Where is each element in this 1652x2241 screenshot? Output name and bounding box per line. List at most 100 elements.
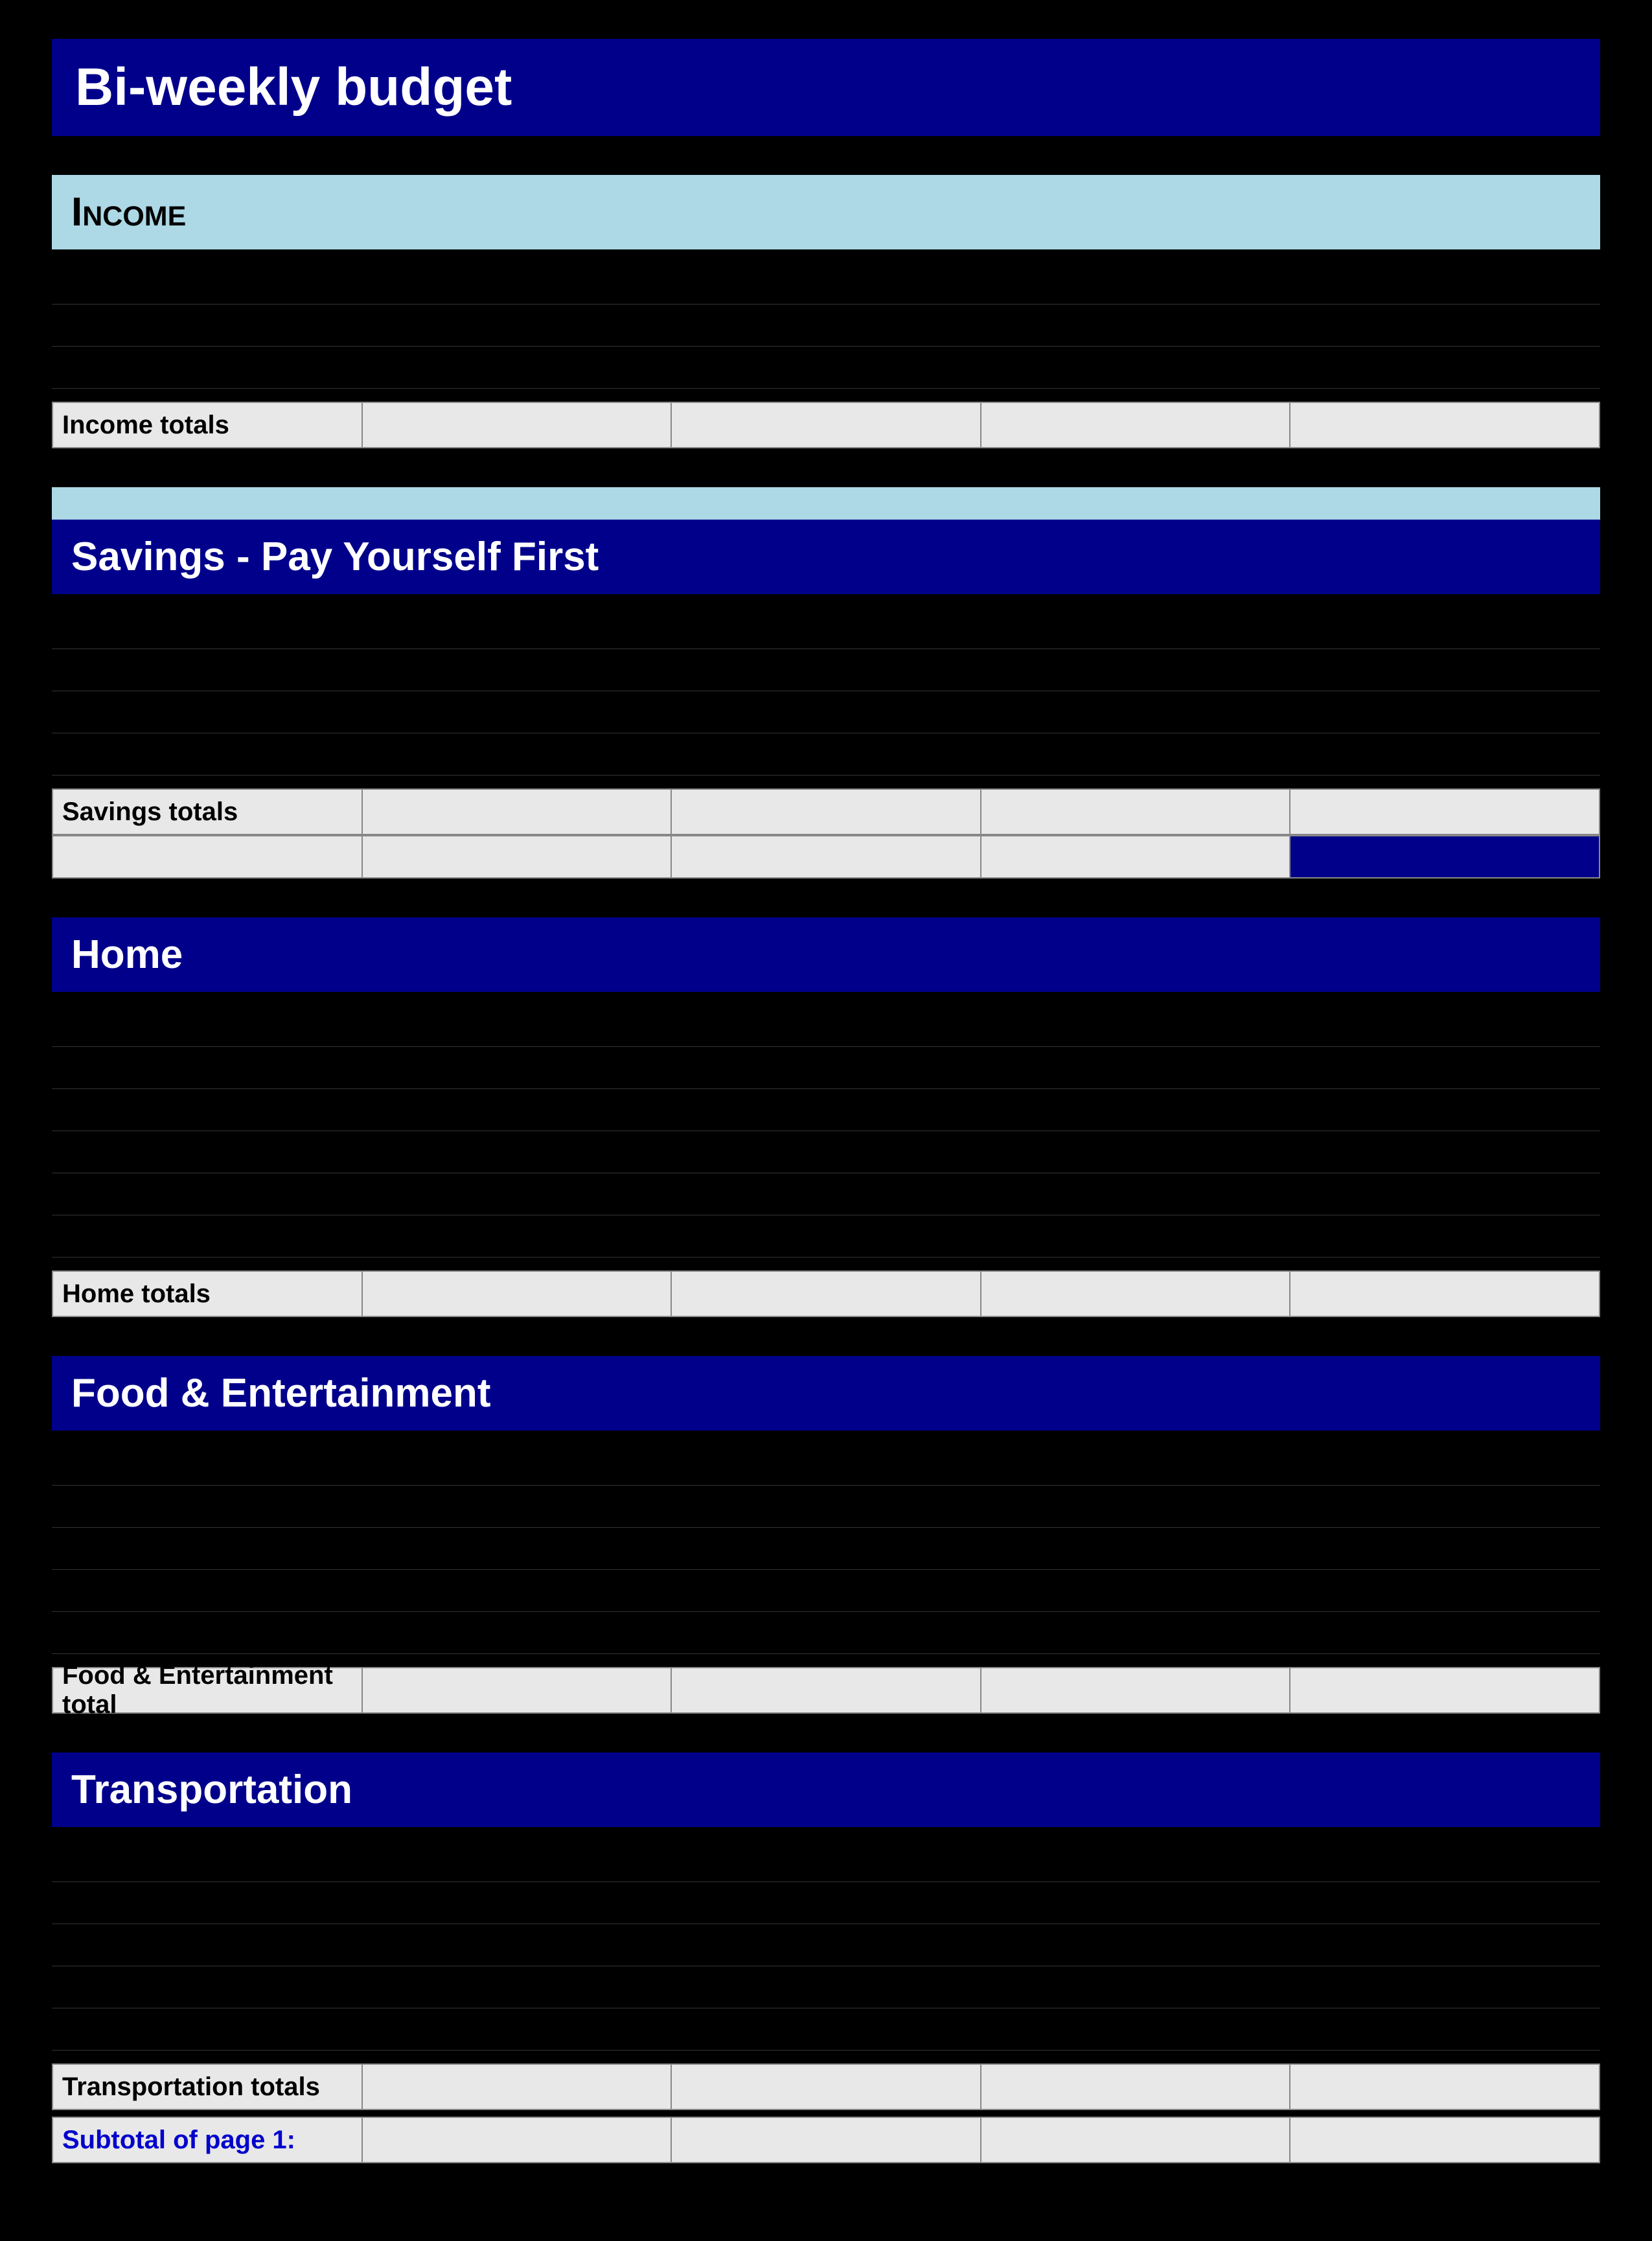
transportation-totals-col-5[interactable] [1290, 2064, 1600, 2109]
food-row-2-col-1[interactable] [52, 1486, 361, 1528]
savings-row-4-col-3[interactable] [671, 733, 981, 776]
savings-totals-col-2[interactable] [362, 789, 672, 834]
food-row-5-col-4[interactable] [981, 1612, 1291, 1654]
savings-row-4-col-4[interactable] [981, 733, 1291, 776]
trans-row-3-col-3[interactable] [671, 1924, 981, 1966]
food-row-2-col-2[interactable] [361, 1486, 671, 1528]
income-row-3-col-4[interactable] [981, 347, 1291, 389]
savings-row-2-col-2[interactable] [361, 649, 671, 691]
home-row-6-col-5[interactable] [1291, 1215, 1600, 1258]
home-row-5-col-4[interactable] [981, 1173, 1291, 1215]
home-row-3-col-4[interactable] [981, 1089, 1291, 1131]
trans-row-5-col-1[interactable] [52, 2008, 361, 2051]
food-totals-col-2[interactable] [362, 1668, 672, 1713]
home-row-4-col-3[interactable] [671, 1131, 981, 1173]
transportation-totals-col-3[interactable] [671, 2064, 981, 2109]
trans-row-3-col-5[interactable] [1291, 1924, 1600, 1966]
savings-row-3-col-3[interactable] [671, 691, 981, 733]
savings-row-2-col-3[interactable] [671, 649, 981, 691]
trans-row-5-col-2[interactable] [361, 2008, 671, 2051]
food-row-2-col-3[interactable] [671, 1486, 981, 1528]
income-totals-col-3[interactable] [671, 402, 981, 448]
income-row-2-col-1[interactable] [52, 305, 361, 347]
trans-row-3-col-1[interactable] [52, 1924, 361, 1966]
subtotal-col-4[interactable] [981, 2117, 1291, 2163]
income-totals-col-4[interactable] [981, 402, 1291, 448]
trans-row-3-col-2[interactable] [361, 1924, 671, 1966]
home-row-6-col-4[interactable] [981, 1215, 1291, 1258]
home-totals-col-2[interactable] [362, 1271, 672, 1316]
home-row-2-col-5[interactable] [1291, 1047, 1600, 1089]
savings-row-3-col-5[interactable] [1291, 691, 1600, 733]
home-row-3-col-5[interactable] [1291, 1089, 1600, 1131]
food-row-5-col-5[interactable] [1291, 1612, 1600, 1654]
home-row-4-col-4[interactable] [981, 1131, 1291, 1173]
income-row-3-col-1[interactable] [52, 347, 361, 389]
income-row-1-col-3[interactable] [671, 262, 981, 305]
trans-row-2-col-4[interactable] [981, 1882, 1291, 1924]
home-row-2-col-3[interactable] [671, 1047, 981, 1089]
food-row-4-col-4[interactable] [981, 1570, 1291, 1612]
savings-totals-col-4[interactable] [981, 789, 1291, 834]
home-row-3-col-3[interactable] [671, 1089, 981, 1131]
home-row-5-col-2[interactable] [361, 1173, 671, 1215]
trans-row-2-col-3[interactable] [671, 1882, 981, 1924]
trans-row-4-col-1[interactable] [52, 1966, 361, 2008]
food-row-3-col-3[interactable] [671, 1528, 981, 1570]
food-row-3-col-5[interactable] [1291, 1528, 1600, 1570]
food-row-5-col-2[interactable] [361, 1612, 671, 1654]
trans-row-4-col-4[interactable] [981, 1966, 1291, 2008]
food-row-1-col-4[interactable] [981, 1443, 1291, 1486]
home-row-1-col-4[interactable] [981, 1005, 1291, 1047]
income-totals-col-5[interactable] [1290, 402, 1600, 448]
subtotal-col-3[interactable] [671, 2117, 981, 2163]
subtotal-col-5[interactable] [1290, 2117, 1600, 2163]
home-row-2-col-2[interactable] [361, 1047, 671, 1089]
savings-row-4-col-2[interactable] [361, 733, 671, 776]
trans-row-5-col-4[interactable] [981, 2008, 1291, 2051]
savings-totals-col-3[interactable] [671, 789, 981, 834]
trans-row-5-col-5[interactable] [1291, 2008, 1600, 2051]
income-row-1-col-2[interactable] [361, 262, 671, 305]
trans-row-1-col-2[interactable] [361, 1840, 671, 1882]
income-row-2-col-4[interactable] [981, 305, 1291, 347]
savings-extra-col-3[interactable] [671, 836, 981, 878]
savings-row-1-col-3[interactable] [671, 607, 981, 649]
home-row-6-col-1[interactable] [52, 1215, 361, 1258]
savings-row-2-col-1[interactable] [52, 649, 361, 691]
food-row-4-col-5[interactable] [1291, 1570, 1600, 1612]
savings-extra-col-1[interactable] [52, 836, 362, 878]
food-totals-col-4[interactable] [981, 1668, 1291, 1713]
home-row-4-col-5[interactable] [1291, 1131, 1600, 1173]
food-row-5-col-3[interactable] [671, 1612, 981, 1654]
savings-row-3-col-2[interactable] [361, 691, 671, 733]
subtotal-col-2[interactable] [362, 2117, 672, 2163]
food-row-1-col-1[interactable] [52, 1443, 361, 1486]
home-row-5-col-5[interactable] [1291, 1173, 1600, 1215]
home-row-5-col-3[interactable] [671, 1173, 981, 1215]
income-row-1-col-4[interactable] [981, 262, 1291, 305]
savings-row-1-col-2[interactable] [361, 607, 671, 649]
food-row-2-col-4[interactable] [981, 1486, 1291, 1528]
food-row-3-col-4[interactable] [981, 1528, 1291, 1570]
food-row-4-col-3[interactable] [671, 1570, 981, 1612]
trans-row-4-col-5[interactable] [1291, 1966, 1600, 2008]
food-row-4-col-2[interactable] [361, 1570, 671, 1612]
trans-row-1-col-3[interactable] [671, 1840, 981, 1882]
trans-row-4-col-3[interactable] [671, 1966, 981, 2008]
trans-row-1-col-4[interactable] [981, 1840, 1291, 1882]
food-row-1-col-3[interactable] [671, 1443, 981, 1486]
home-row-1-col-5[interactable] [1291, 1005, 1600, 1047]
home-row-1-col-3[interactable] [671, 1005, 981, 1047]
trans-row-2-col-1[interactable] [52, 1882, 361, 1924]
food-row-3-col-1[interactable] [52, 1528, 361, 1570]
savings-extra-col-5[interactable] [1290, 836, 1600, 878]
food-row-2-col-5[interactable] [1291, 1486, 1600, 1528]
food-row-3-col-2[interactable] [361, 1528, 671, 1570]
trans-row-5-col-3[interactable] [671, 2008, 981, 2051]
home-row-5-col-1[interactable] [52, 1173, 361, 1215]
trans-row-4-col-2[interactable] [361, 1966, 671, 2008]
home-totals-col-3[interactable] [671, 1271, 981, 1316]
savings-row-3-col-1[interactable] [52, 691, 361, 733]
trans-row-3-col-4[interactable] [981, 1924, 1291, 1966]
